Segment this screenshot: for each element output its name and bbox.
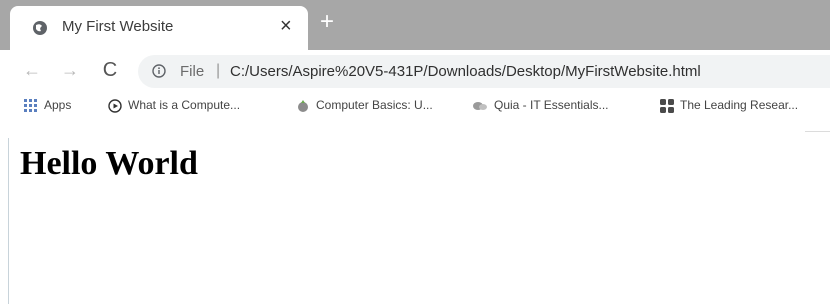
bookmark-label: Apps [44, 98, 72, 112]
apps-grid-icon [24, 98, 37, 112]
bookmark-apps[interactable]: Apps [24, 98, 71, 113]
bookmark-what-is-a-computer[interactable]: What is a Compute... [108, 98, 240, 113]
tab-strip: My First Website × + [0, 0, 830, 50]
bookmark-label: Quia - IT Essentials... [494, 98, 609, 112]
scheme-label: File [180, 63, 205, 80]
close-icon[interactable]: × [280, 16, 292, 36]
tab-my-first-website[interactable]: My First Website × [10, 6, 308, 50]
address-bar[interactable]: File | C:/Users/Aspire%20V5-431P/Downloa… [138, 55, 830, 88]
address-separator: | [216, 62, 221, 79]
info-icon[interactable] [152, 64, 166, 78]
gcf-icon [298, 99, 308, 112]
bookmarks-bar: Apps What is a Compute... Computer Basic… [0, 93, 830, 121]
tab-title: My First Website [62, 18, 174, 35]
bookmark-computer-basics[interactable]: Computer Basics: U... [296, 98, 433, 113]
bookmark-quia[interactable]: Quia - IT Essentials... [472, 98, 609, 112]
forward-arrow-icon[interactable]: → [58, 58, 82, 82]
url-text[interactable]: C:/Users/Aspire%20V5-431P/Downloads/Desk… [230, 63, 701, 80]
play-circle-icon [108, 99, 122, 113]
quia-icon [473, 101, 487, 110]
grid-dots-icon [660, 98, 674, 113]
new-tab-button[interactable]: + [320, 10, 334, 34]
toolbar: ← → C File | C:/Users/Aspire%20V5-431P/D… [0, 50, 830, 93]
bookmark-label: What is a Compute... [128, 98, 241, 112]
bookmark-the-leading-research[interactable]: The Leading Resear... [660, 98, 798, 113]
browser-chrome: My First Website × + ← → C File | C:/Use… [0, 0, 830, 121]
bookmark-label: Computer Basics: U... [316, 98, 433, 112]
page-heading: Hello World [20, 145, 198, 182]
back-arrow-icon[interactable]: ← [20, 58, 44, 82]
viewport-top-line [805, 131, 830, 132]
reload-icon[interactable]: C [98, 58, 122, 82]
viewport-left-edge [8, 138, 9, 304]
bookmark-label: The Leading Resear... [680, 98, 799, 112]
globe-icon [33, 21, 47, 35]
